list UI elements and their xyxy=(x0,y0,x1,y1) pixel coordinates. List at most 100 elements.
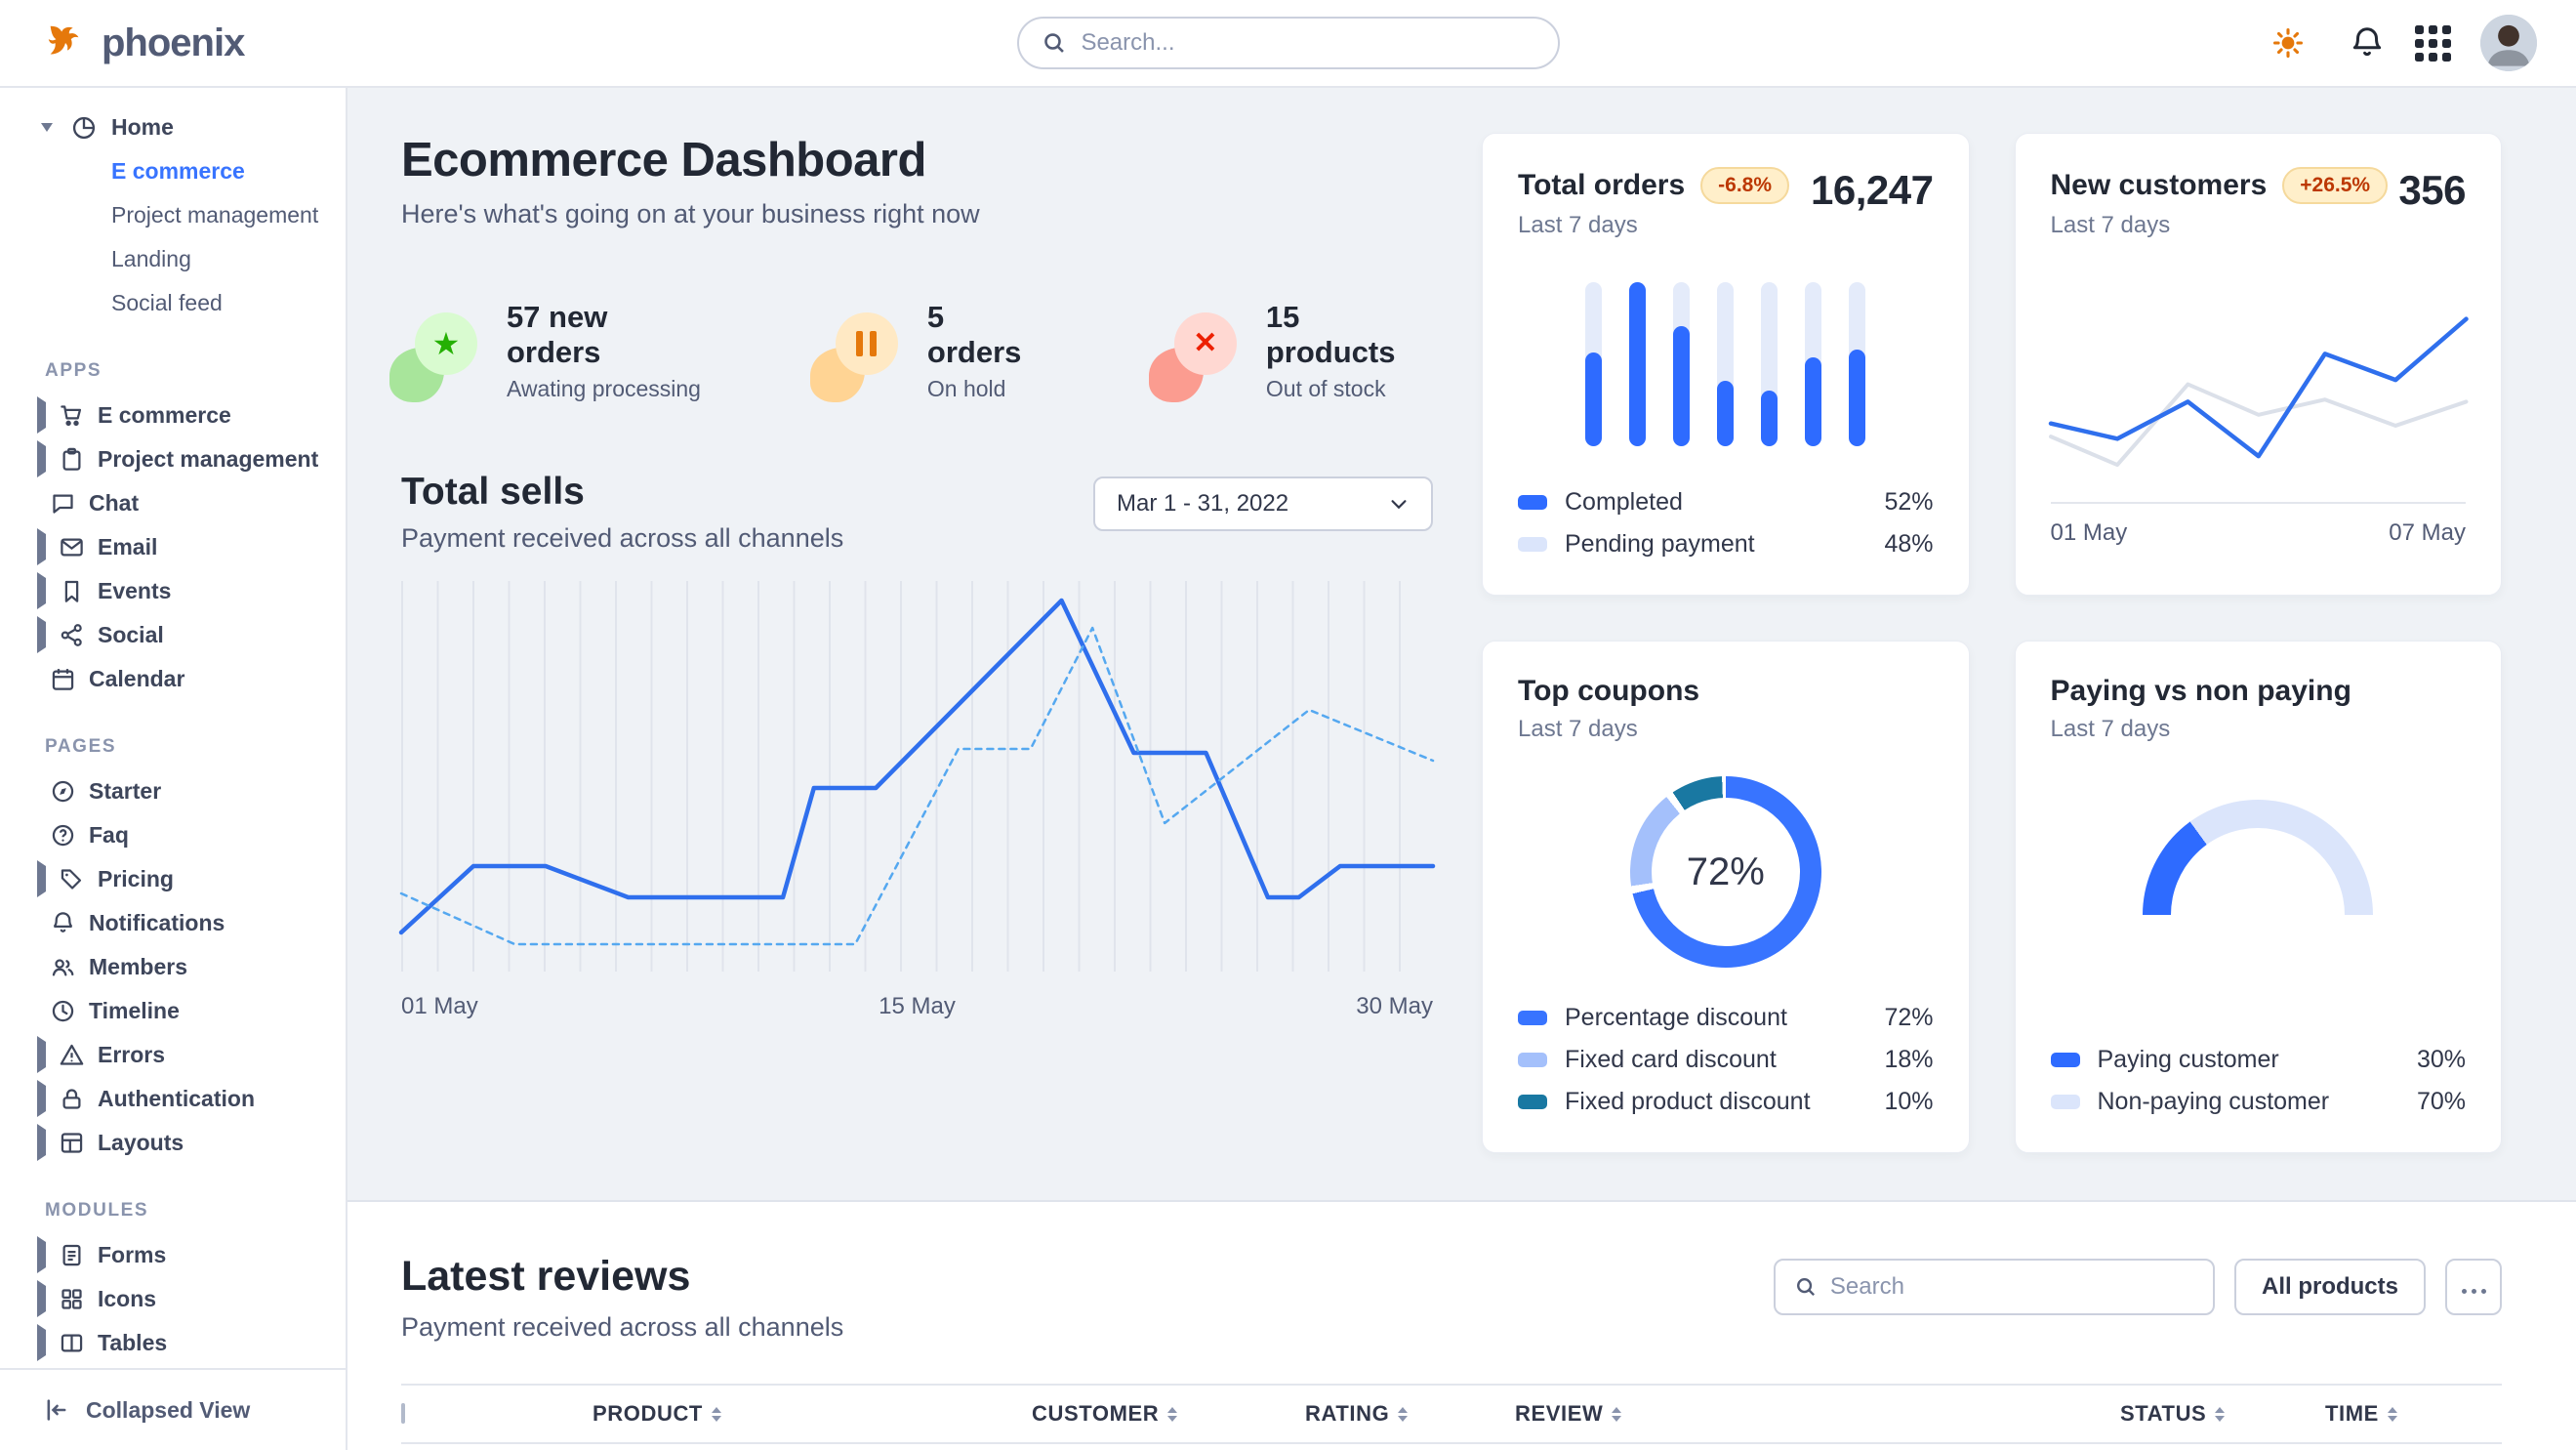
sidebar-section-apps: APPS xyxy=(0,325,346,394)
notifications-button[interactable] xyxy=(2349,24,2386,62)
card-period: Last 7 days xyxy=(2051,212,2389,239)
column-header-customer[interactable]: CUSTOMER xyxy=(1032,1401,1305,1427)
collapse-sidebar-button[interactable]: Collapsed View xyxy=(0,1368,346,1450)
total-orders-bar-chart[interactable] xyxy=(1518,282,1934,446)
sidebar-item-faq[interactable]: Faq xyxy=(0,813,346,857)
column-header-rating[interactable]: RATING xyxy=(1305,1401,1515,1427)
x-tick: 15 May xyxy=(879,993,956,1020)
sidebar-item-tables[interactable]: Tables xyxy=(0,1321,346,1365)
chevron-right-icon xyxy=(37,1080,46,1117)
sidebar-item-timeline[interactable]: Timeline xyxy=(0,989,346,1033)
sidebar-item-label: Home xyxy=(111,114,174,141)
sidebar-item-project-management-dashboard[interactable]: Project management xyxy=(0,193,346,237)
global-search-input[interactable] xyxy=(1081,29,1533,57)
bar xyxy=(1673,282,1690,446)
column-header-review[interactable]: REVIEW xyxy=(1515,1401,2120,1427)
legend-item: Non-paying customer 70% xyxy=(2051,1081,2467,1123)
select-all-checkbox[interactable] xyxy=(401,1403,405,1424)
apps-grid-button[interactable] xyxy=(2415,25,2451,62)
trend-badge: -6.8% xyxy=(1700,167,1789,204)
sidebar-item-authentication[interactable]: Authentication xyxy=(0,1077,346,1121)
global-search[interactable] xyxy=(1017,17,1560,69)
sidebar-item-events[interactable]: Events xyxy=(0,569,346,613)
chevron-right-icon xyxy=(37,1236,46,1273)
new-customers-chart[interactable] xyxy=(2051,284,2467,504)
theme-toggle-button[interactable] xyxy=(2257,12,2319,74)
reviews-search-input[interactable] xyxy=(1830,1273,2193,1301)
legend-label: Fixed card discount xyxy=(1565,1046,1777,1074)
legend-swatch xyxy=(1518,1011,1547,1025)
sidebar-item-project-management[interactable]: Project management xyxy=(0,437,346,481)
sidebar-item-home[interactable]: Home xyxy=(0,105,346,149)
legend-label: Paying customer xyxy=(2098,1046,2279,1074)
top-navbar: phoenix xyxy=(0,0,2576,88)
column-header-time[interactable]: TIME xyxy=(2325,1401,2462,1427)
card-period: Last 7 days xyxy=(1518,716,1699,743)
brand-logo[interactable]: phoenix xyxy=(0,21,348,65)
total-sells-subtitle: Payment received across all channels xyxy=(401,523,843,554)
date-range-select[interactable]: Mar 1 - 31, 2022 xyxy=(1093,476,1433,531)
warning-triangle-icon xyxy=(59,1042,85,1068)
sidebar-section-pages: PAGES xyxy=(0,701,346,769)
sidebar-item-label: Social xyxy=(98,622,164,648)
chevron-down-icon xyxy=(1388,493,1410,515)
page-title: Ecommerce Dashboard xyxy=(401,133,1433,187)
sort-icon xyxy=(1398,1407,1408,1422)
legend-item: Paying customer 30% xyxy=(2051,1039,2467,1081)
sidebar-item-errors[interactable]: Errors xyxy=(0,1033,346,1077)
legend-item: Completed 52% xyxy=(1518,481,1934,523)
stat-label: Awating processing xyxy=(507,376,705,402)
chevron-right-icon xyxy=(37,440,46,477)
reviews-more-button[interactable] xyxy=(2445,1259,2502,1315)
sidebar-item-icons[interactable]: Icons xyxy=(0,1277,346,1321)
sidebar-item-pricing[interactable]: Pricing xyxy=(0,857,346,901)
stat-label: Out of stock xyxy=(1266,376,1433,402)
legend-item: Pending payment 48% xyxy=(1518,523,1934,565)
sidebar-item-email[interactable]: Email xyxy=(0,525,346,569)
collapse-left-icon xyxy=(43,1396,70,1424)
sidebar-item-chat[interactable]: Chat xyxy=(0,481,346,525)
top-coupons-donut-chart[interactable]: 72% xyxy=(1630,776,1821,968)
sidebar-item-starter[interactable]: Starter xyxy=(0,769,346,813)
legend-swatch xyxy=(1518,537,1547,552)
users-icon xyxy=(50,954,76,980)
sidebar-item-social-feed[interactable]: Social feed xyxy=(0,281,346,325)
total-sells-chart[interactable] xyxy=(401,581,1433,972)
all-products-filter-button[interactable]: All products xyxy=(2234,1259,2426,1315)
sidebar-item-layouts[interactable]: Layouts xyxy=(0,1121,346,1165)
donut-center-value: 72% xyxy=(1630,776,1821,968)
legend-label: Fixed product discount xyxy=(1565,1088,1811,1116)
compass-icon xyxy=(50,778,76,805)
clipboard-icon xyxy=(59,446,85,473)
legend-swatch xyxy=(1518,495,1547,510)
sidebar-item-members[interactable]: Members xyxy=(0,945,346,989)
card-period: Last 7 days xyxy=(2051,716,2351,743)
phoenix-logo-icon xyxy=(43,21,88,65)
dashboard-overview-section: Ecommerce Dashboard Here's what's going … xyxy=(348,88,2576,1200)
file-text-icon xyxy=(59,1242,85,1268)
sidebar-item-label: Notifications xyxy=(89,910,225,936)
sidebar-item-ecommerce[interactable]: E commerce xyxy=(0,394,346,437)
user-avatar[interactable] xyxy=(2480,15,2537,71)
reviews-title: Latest reviews xyxy=(401,1253,843,1301)
page-subtitle: Here's what's going on at your business … xyxy=(401,199,1433,229)
sun-icon xyxy=(2271,26,2305,60)
sidebar-item-calendar[interactable]: Calendar xyxy=(0,657,346,701)
chevron-right-icon xyxy=(37,616,46,653)
column-header-product[interactable]: PRODUCT xyxy=(593,1401,1032,1427)
clock-icon xyxy=(50,998,76,1024)
paying-gauge-chart[interactable] xyxy=(2143,800,2373,915)
sidebar-item-label: Timeline xyxy=(89,998,180,1024)
sidebar-item-forms[interactable]: Forms xyxy=(0,1233,346,1277)
legend-item: Fixed card discount 18% xyxy=(1518,1039,1934,1081)
new-customers-card: New customers +26.5% Last 7 days 356 01 … xyxy=(2015,133,2503,596)
column-header-status[interactable]: STATUS xyxy=(2120,1401,2325,1427)
sidebar-item-landing[interactable]: Landing xyxy=(0,237,346,281)
x-tick: 01 May xyxy=(2051,519,2128,547)
sidebar-item-notifications[interactable]: Notifications xyxy=(0,901,346,945)
sidebar-item-social[interactable]: Social xyxy=(0,613,346,657)
sort-icon xyxy=(1167,1407,1177,1422)
sidebar-item-ecommerce-dashboard[interactable]: E commerce xyxy=(0,149,346,193)
reviews-search[interactable] xyxy=(1774,1259,2215,1315)
sidebar-item-label: Errors xyxy=(98,1042,165,1068)
